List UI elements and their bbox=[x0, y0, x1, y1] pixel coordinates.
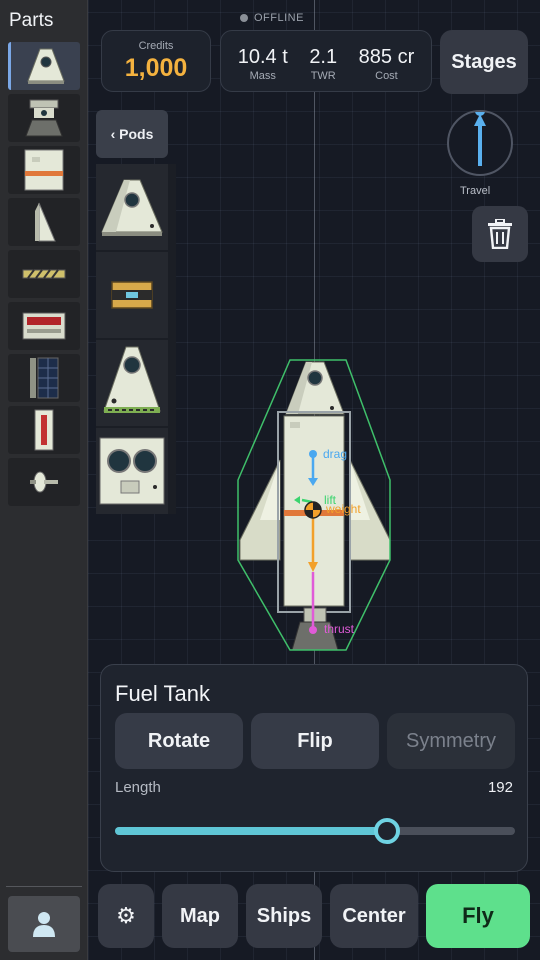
symmetry-button[interactable]: Symmetry bbox=[387, 713, 515, 769]
sidebar-divider bbox=[6, 886, 82, 887]
map-button[interactable]: Map bbox=[162, 884, 238, 948]
parts-sidebar: Parts bbox=[0, 0, 88, 960]
trash-icon bbox=[488, 219, 512, 249]
ships-button[interactable]: Ships bbox=[246, 884, 322, 948]
offline-text: OFFLINE bbox=[254, 12, 304, 24]
offline-dot-icon bbox=[240, 14, 248, 22]
pod-part-icon bbox=[26, 48, 65, 84]
large-pod-icon bbox=[103, 346, 161, 413]
battery-part-icon bbox=[22, 312, 66, 340]
gauge-part-icon bbox=[34, 409, 54, 451]
part-slot-antenna[interactable] bbox=[8, 458, 80, 506]
center-button[interactable]: Center bbox=[330, 884, 418, 948]
twr-stat: 2.1 TWR bbox=[309, 31, 337, 91]
flip-button[interactable]: Flip bbox=[251, 713, 379, 769]
engine-part-icon bbox=[25, 99, 63, 137]
rotate-button[interactable]: Rotate bbox=[115, 713, 243, 769]
probe-icon bbox=[111, 281, 153, 309]
length-value: 192 bbox=[487, 779, 513, 796]
part-slot-engine[interactable] bbox=[8, 94, 80, 142]
travel-direction-icon bbox=[474, 106, 486, 166]
user-icon bbox=[33, 912, 55, 937]
left-fin[interactable] bbox=[239, 459, 281, 561]
separator-part-icon bbox=[22, 269, 66, 279]
length-label: Length bbox=[115, 779, 161, 796]
connection-status: OFFLINE bbox=[240, 12, 304, 24]
fly-button[interactable]: Fly bbox=[426, 884, 530, 948]
part-slot-gauge[interactable] bbox=[8, 406, 80, 454]
mass-label: Mass bbox=[249, 70, 276, 82]
solar-panel-part-icon bbox=[30, 357, 59, 399]
settings-button[interactable]: ⚙ bbox=[98, 884, 154, 948]
travel-compass[interactable] bbox=[447, 106, 513, 176]
profile-button[interactable] bbox=[8, 896, 80, 952]
part-slot-separator[interactable] bbox=[8, 250, 80, 298]
pods-list bbox=[96, 164, 176, 514]
pod-item-probe-core[interactable] bbox=[96, 252, 168, 338]
stages-button[interactable]: Stages bbox=[440, 30, 528, 94]
rocket-assembly[interactable]: drag lift weight thrust bbox=[230, 350, 400, 660]
part-slot-fuel-tank[interactable] bbox=[8, 146, 80, 194]
fuel-tank-part-icon bbox=[24, 149, 64, 191]
weight-label: weight bbox=[325, 502, 361, 516]
twr-value: 2.1 bbox=[309, 46, 338, 68]
pods-category-tab[interactable]: ‹ Pods bbox=[96, 110, 168, 158]
ship-stats-panel: 10.4 t Mass 2.1 TWR 885 cr Cost bbox=[220, 30, 432, 92]
part-slot-pod[interactable] bbox=[8, 42, 80, 90]
pod-item-cabin[interactable] bbox=[96, 428, 168, 514]
pod-item-large-pod[interactable] bbox=[96, 340, 168, 426]
trash-button[interactable] bbox=[472, 206, 528, 262]
travel-label: Travel bbox=[460, 185, 491, 197]
cost-value: 885 cr bbox=[358, 46, 415, 68]
length-slider-thumb[interactable] bbox=[374, 818, 400, 844]
credits-value: 1,000 bbox=[124, 54, 188, 82]
cost-stat: 885 cr Cost bbox=[359, 31, 415, 91]
antenna-part-icon bbox=[30, 471, 58, 493]
part-slot-fin[interactable] bbox=[8, 198, 80, 246]
cabin-icon bbox=[99, 437, 165, 505]
gear-icon: ⚙ bbox=[116, 903, 136, 929]
sidebar-title: Parts bbox=[9, 10, 54, 31]
drag-label: drag bbox=[323, 447, 347, 461]
mass-stat: 10.4 t Mass bbox=[238, 31, 288, 91]
selected-part-title: Fuel Tank bbox=[115, 681, 210, 706]
fin-part-icon bbox=[35, 202, 56, 242]
pod-icon bbox=[101, 179, 163, 236]
mass-value: 10.4 t bbox=[237, 46, 288, 68]
length-slider[interactable] bbox=[115, 818, 515, 844]
credits-panel: Credits 1,000 bbox=[101, 30, 211, 92]
part-slot-battery[interactable] bbox=[8, 302, 80, 350]
part-slot-solar-panel[interactable] bbox=[8, 354, 80, 402]
part-properties-panel: Fuel Tank Rotate Flip Symmetry Length 19… bbox=[100, 664, 528, 872]
length-slider-fill bbox=[115, 827, 387, 835]
cost-label: Cost bbox=[375, 70, 398, 82]
credits-label: Credits bbox=[138, 40, 174, 52]
twr-label: TWR bbox=[310, 70, 336, 82]
pod-item-command-pod[interactable] bbox=[96, 164, 168, 250]
center-of-mass-icon bbox=[304, 501, 322, 519]
thrust-label: thrust bbox=[324, 622, 355, 636]
command-pod-part[interactable] bbox=[285, 361, 345, 415]
